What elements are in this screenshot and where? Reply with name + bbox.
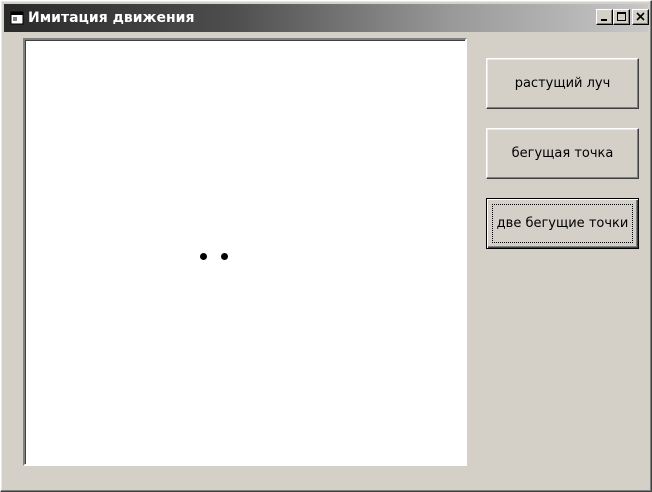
window-title: Имитация движения — [28, 10, 195, 26]
running-dot-button[interactable]: бегущая точка — [486, 128, 639, 179]
growing-ray-button[interactable]: растущий луч — [486, 58, 639, 109]
maximize-button[interactable] — [613, 9, 630, 25]
two-running-dots-label: две бегущие точки — [496, 216, 629, 231]
maximize-icon — [617, 12, 626, 21]
growing-ray-label: растущий луч — [514, 76, 611, 91]
title-bar[interactable]: Имитация движения — [4, 4, 649, 32]
minimize-icon — [601, 19, 607, 21]
close-button[interactable] — [632, 9, 649, 25]
running-dot-label: бегущая точка — [511, 146, 614, 161]
moving-dot-1 — [200, 253, 207, 260]
app-window: Имитация движения растущий луч бегущая т… — [0, 0, 652, 492]
drawing-canvas — [23, 38, 467, 466]
close-icon — [636, 12, 645, 21]
moving-dot-2 — [221, 253, 228, 260]
app-window-icon[interactable] — [10, 11, 24, 25]
two-running-dots-button[interactable]: две бегущие точки — [486, 198, 639, 249]
minimize-button[interactable] — [596, 9, 613, 25]
